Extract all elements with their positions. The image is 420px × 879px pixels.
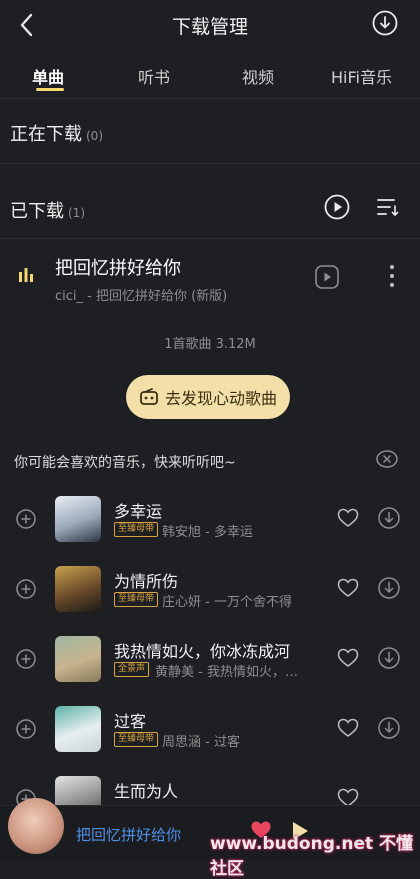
song-title: 为情所伤 [114,572,179,591]
recommend-row[interactable]: 多幸运 至臻母带 韩安旭 - 多幸运 [0,484,420,554]
download-circle-icon[interactable] [372,10,398,36]
add-icon[interactable] [16,579,36,603]
player-cover[interactable] [8,798,64,854]
song-subtitle: cici_ - 把回忆拼好给你 (新版) [55,289,228,304]
quality-badge: 至臻母带 [114,592,159,607]
discover-songs-button[interactable]: 去发现心动歌曲 [126,375,290,419]
download-icon[interactable] [378,717,400,743]
now-playing-equalizer-icon [18,266,34,286]
close-recommend-icon[interactable] [376,450,398,472]
song-subtitle: 黄静美 - 我热情如火，… [155,665,298,680]
downloading-label: 正在下载 [10,124,82,145]
song-subtitle: 庄心妍 - 一万个舍不得 [162,595,292,610]
song-title: 我热情如火，你冰冻成河 [114,642,291,661]
download-icon[interactable] [378,507,400,533]
song-title: 生而为人 [114,782,179,801]
album-cover [55,636,101,682]
play-all-icon[interactable] [324,194,350,224]
tab-video[interactable]: 视频 [242,64,274,88]
more-options-icon[interactable] [389,264,395,292]
add-icon[interactable] [16,719,36,743]
add-icon[interactable] [16,649,36,673]
song-title: 多幸运 [114,502,163,521]
download-summary: 1首歌曲 3.12M [164,337,256,352]
tab-audiobook[interactable]: 听书 [138,64,170,88]
recommend-row[interactable]: 过客 至臻母带 周思涵 - 过客 [0,694,420,764]
download-icon[interactable] [378,577,400,603]
tab-hifi[interactable]: HiFi音乐 [331,64,392,88]
song-subtitle: 周思涵 - 过客 [162,735,240,750]
song-title: 把回忆拼好给你 [55,258,181,279]
tab-bar: 单曲 听书 视频 HiFi音乐 [0,58,420,98]
downloading-section[interactable]: 正在下载 (0) [10,120,103,146]
radio-icon [139,388,159,406]
heart-icon[interactable] [337,508,359,532]
add-icon[interactable] [16,509,36,533]
mv-play-icon[interactable] [314,264,340,294]
divider [0,98,420,99]
downloaded-song-row[interactable]: 把回忆拼好给你 cici_ - 把回忆拼好给你 (新版) [0,238,420,308]
quality-badge: 至臻母带 [114,522,159,537]
download-icon[interactable] [378,647,400,673]
sort-list-icon[interactable] [376,196,400,222]
quality-badge: 至臻母带 [114,732,159,747]
tab-single[interactable]: 单曲 [32,64,64,88]
recommend-header: 你可能会喜欢的音乐，快来听听吧~ [14,455,236,471]
album-cover [55,566,101,612]
heart-icon[interactable] [337,648,359,672]
recommend-row[interactable]: 我热情如火，你冰冻成河 全景声 黄静美 - 我热情如火，… [0,624,420,694]
album-cover [55,706,101,752]
quality-badge: 全景声 [114,662,150,677]
player-song-title: 把回忆拼好给你 [76,826,182,844]
song-subtitle: 韩安旭 - 多幸运 [162,525,253,540]
downloaded-label: 已下载 [10,201,64,222]
page-title: 下载管理 [171,16,248,38]
recommend-row[interactable]: 为情所伤 至臻母带 庄心妍 - 一万个舍不得 [0,554,420,624]
album-cover [55,496,101,542]
downloading-count: (0) [86,129,103,143]
downloaded-section-title: 已下载 (1) [10,197,85,223]
top-bar: 下载管理 [0,0,420,50]
downloaded-count: (1) [68,206,85,220]
heart-icon[interactable] [337,578,359,602]
song-title: 过客 [114,712,147,731]
heart-icon[interactable] [337,718,359,742]
discover-button-label: 去发现心动歌曲 [164,389,277,408]
divider [0,163,420,164]
active-tab-indicator [36,88,64,91]
watermark: www.budong.net 不懂社区 [210,834,414,879]
